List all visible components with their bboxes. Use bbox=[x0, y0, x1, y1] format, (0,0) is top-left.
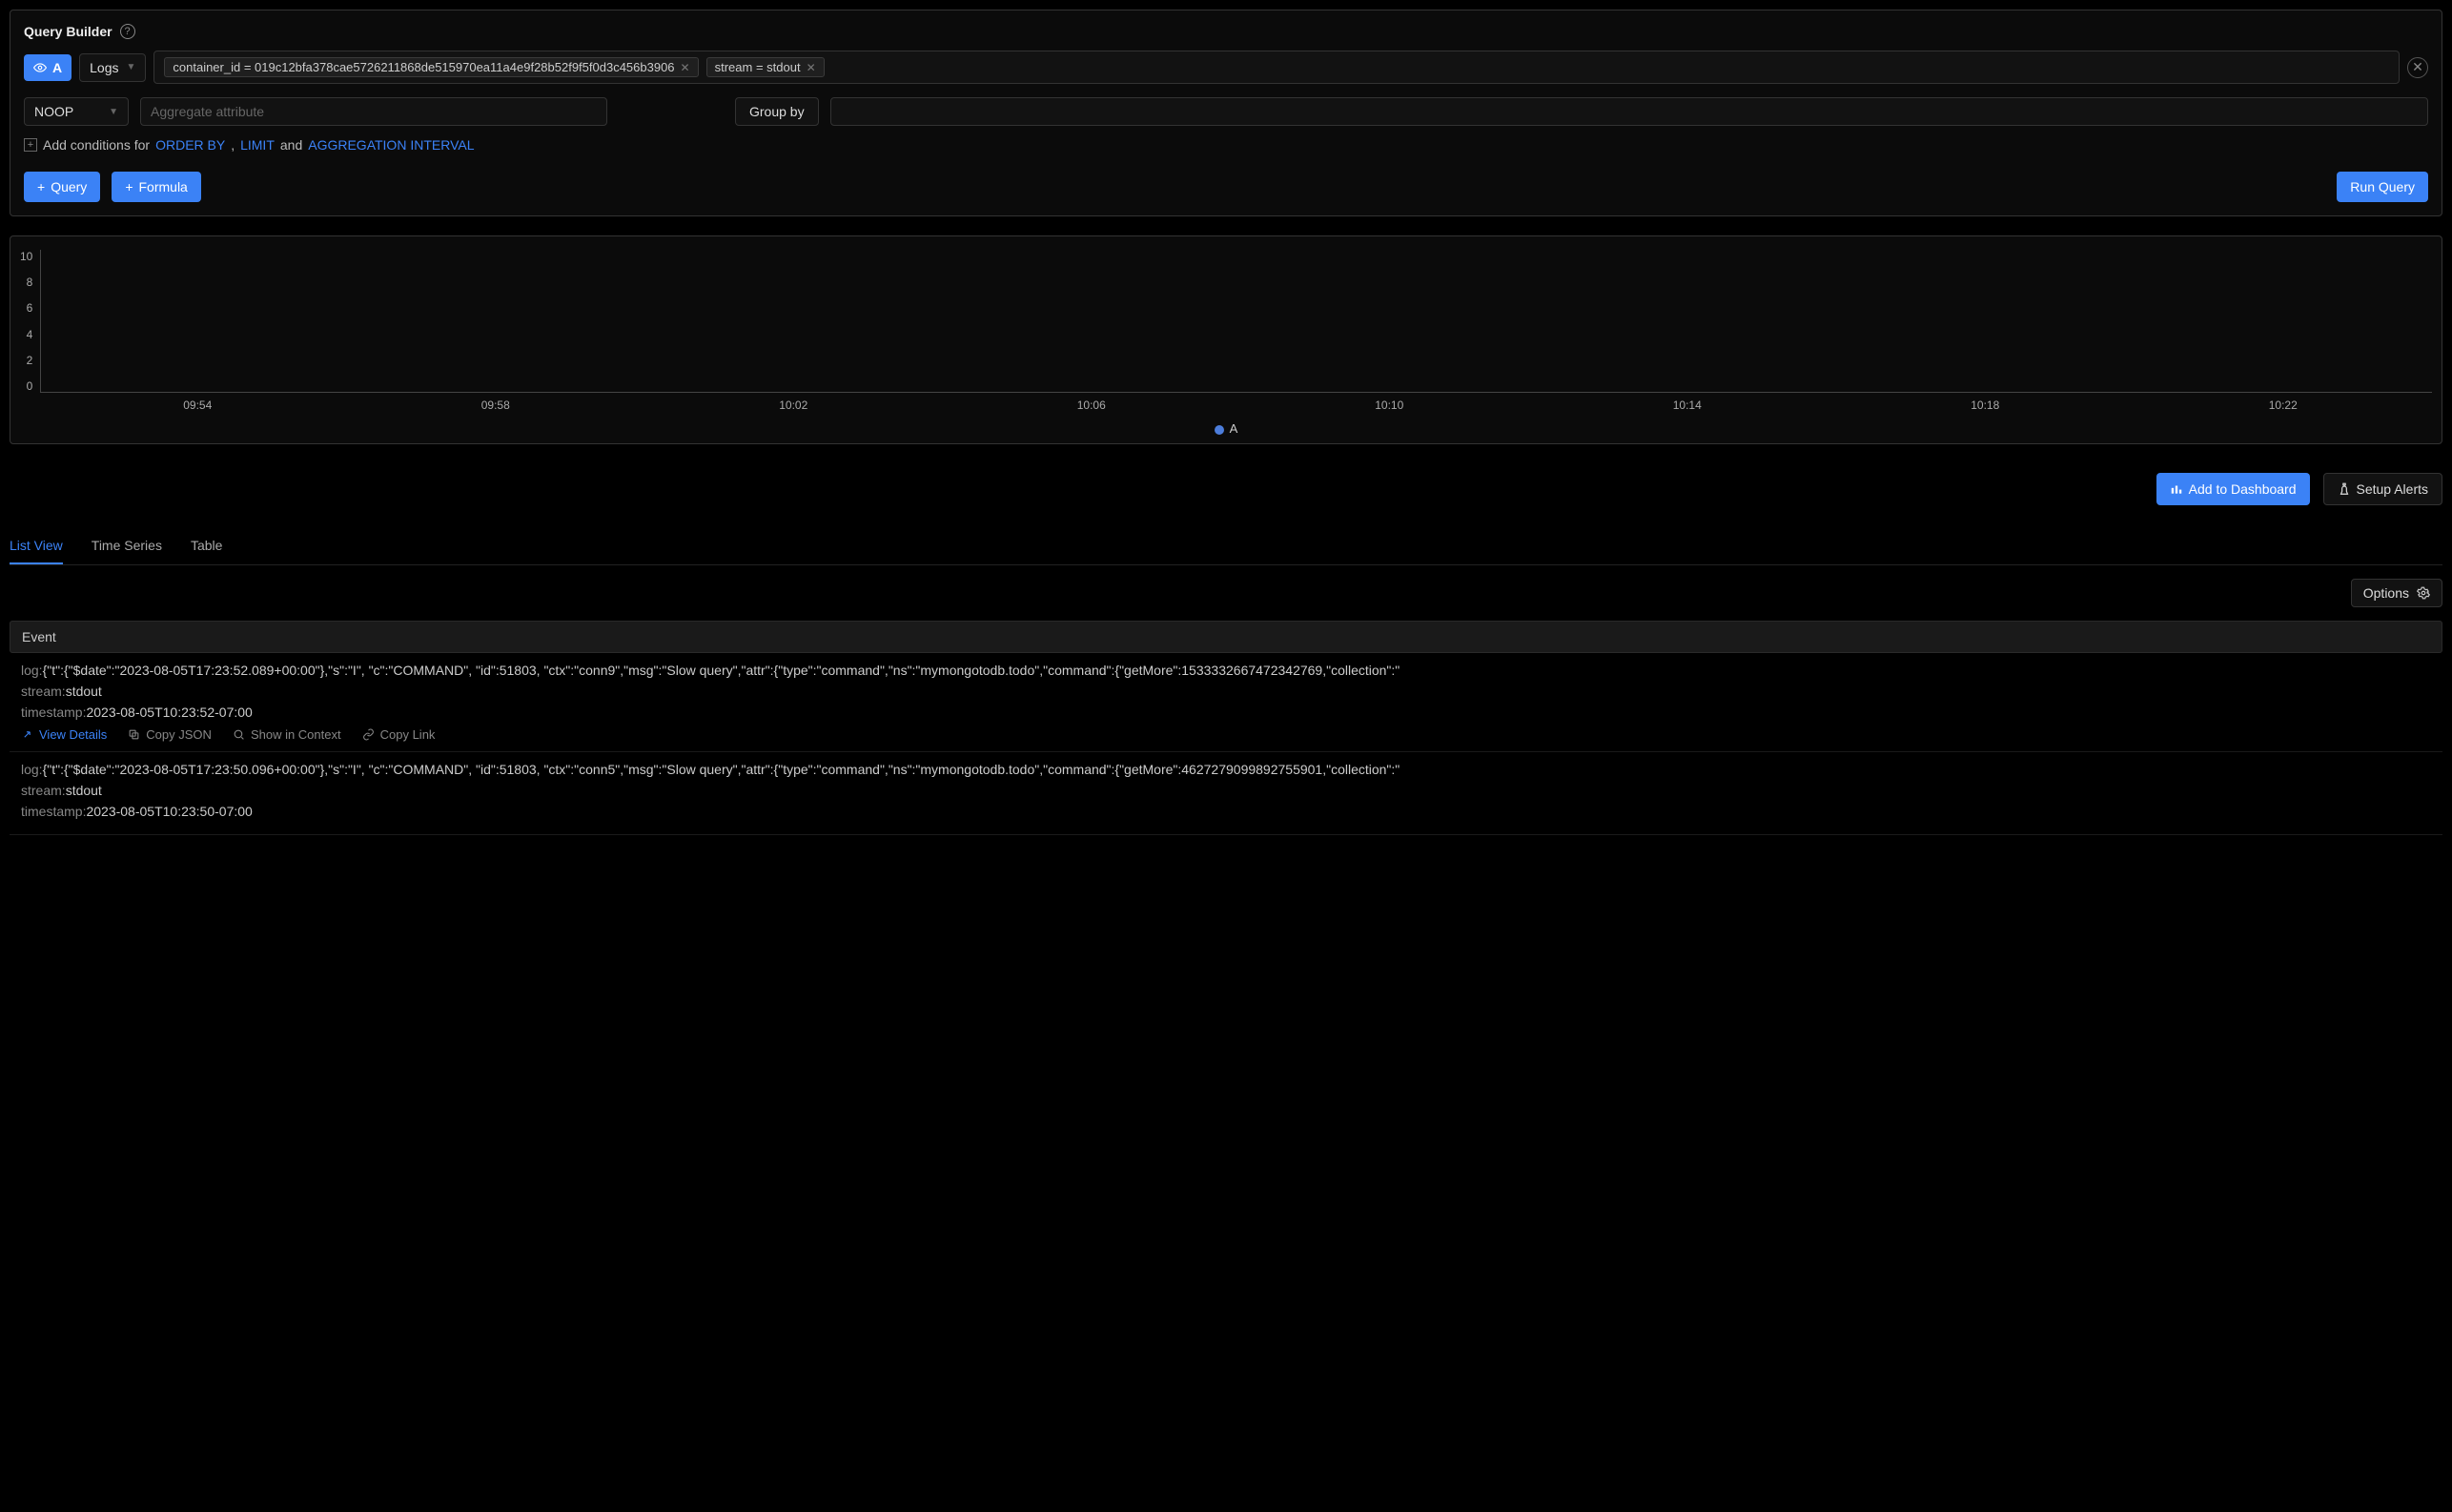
add-conditions-row[interactable]: + Add conditions for ORDER BY, LIMIT and… bbox=[24, 137, 2428, 153]
stream-field-value: stdout bbox=[66, 684, 102, 699]
stream-field-label: stream: bbox=[21, 684, 66, 699]
context-icon bbox=[233, 728, 245, 741]
help-icon[interactable]: ? bbox=[120, 24, 135, 39]
y-axis: 1086420 bbox=[20, 250, 40, 393]
add-query-button[interactable]: + Query bbox=[24, 172, 100, 202]
x-axis: 09:5409:5810:0210:0610:1010:1410:1810:22 bbox=[49, 398, 2432, 412]
result-tabs: List View Time Series Table bbox=[10, 528, 2442, 565]
order-by-link[interactable]: ORDER BY bbox=[155, 137, 225, 153]
chart-icon bbox=[2170, 482, 2183, 496]
filter-tag-text: stream = stdout bbox=[715, 60, 801, 74]
options-button[interactable]: Options bbox=[2351, 579, 2442, 607]
log-field-label: log: bbox=[21, 663, 43, 678]
link-icon bbox=[362, 728, 375, 741]
aggregation-function-select[interactable]: NOOP ▼ bbox=[24, 97, 129, 126]
run-query-button[interactable]: Run Query bbox=[2337, 172, 2428, 202]
add-formula-label: Formula bbox=[139, 179, 188, 194]
tab-list-view[interactable]: List View bbox=[10, 528, 63, 564]
chevron-down-icon: ▼ bbox=[126, 62, 135, 72]
copy-link-button[interactable]: Copy Link bbox=[362, 727, 436, 742]
event-column-header: Event bbox=[10, 621, 2442, 653]
log-field-label: log: bbox=[21, 762, 43, 777]
add-to-dashboard-button[interactable]: Add to Dashboard bbox=[2156, 473, 2310, 505]
chart-plot[interactable] bbox=[40, 250, 2432, 393]
group-by-label: Group by bbox=[735, 97, 819, 126]
conditions-prefix: Add conditions for bbox=[43, 137, 150, 153]
filter-tag[interactable]: stream = stdout ✕ bbox=[706, 57, 825, 77]
clear-query-icon[interactable]: ✕ bbox=[2407, 57, 2428, 78]
gear-icon bbox=[2417, 586, 2430, 600]
chevron-down-icon: ▼ bbox=[109, 107, 118, 117]
query-badge-a[interactable]: A bbox=[24, 54, 72, 81]
chart-legend: A bbox=[20, 421, 2432, 436]
plus-icon: + bbox=[37, 179, 45, 194]
tab-time-series[interactable]: Time Series bbox=[92, 528, 162, 564]
timestamp-field-value: 2023-08-05T10:23:52-07:00 bbox=[86, 705, 252, 720]
setup-alerts-label: Setup Alerts bbox=[2357, 481, 2429, 497]
chart-panel: 1086420 09:5409:5810:0210:0610:1010:1410… bbox=[10, 235, 2442, 444]
plus-icon: + bbox=[24, 138, 37, 152]
query-builder-panel: Query Builder ? A Logs ▼ container_id = … bbox=[10, 10, 2442, 216]
filter-tag[interactable]: container_id = 019c12bfa378cae5726211868… bbox=[164, 57, 698, 77]
stream-field-value: stdout bbox=[66, 783, 102, 798]
remove-tag-icon[interactable]: ✕ bbox=[681, 61, 690, 74]
show-in-context-button[interactable]: Show in Context bbox=[233, 727, 341, 742]
stream-field-label: stream: bbox=[21, 783, 66, 798]
expand-icon bbox=[21, 728, 33, 741]
copy-icon bbox=[128, 728, 140, 741]
legend-dot-icon bbox=[1215, 425, 1224, 435]
log-field-value: {"t":{"$date":"2023-08-05T17:23:50.096+0… bbox=[43, 762, 1400, 777]
log-row[interactable]: log:{"t":{"$date":"2023-08-05T17:23:50.0… bbox=[10, 752, 2442, 835]
view-details-button[interactable]: View Details bbox=[21, 727, 107, 742]
options-label: Options bbox=[2363, 585, 2409, 601]
alert-icon bbox=[2338, 482, 2351, 496]
add-query-label: Query bbox=[51, 179, 87, 194]
query-builder-title: Query Builder bbox=[24, 24, 112, 39]
timestamp-field-value: 2023-08-05T10:23:50-07:00 bbox=[86, 804, 252, 819]
timestamp-field-label: timestamp: bbox=[21, 705, 86, 720]
source-select-value: Logs bbox=[90, 60, 118, 75]
aggregation-function-value: NOOP bbox=[34, 104, 73, 119]
aggregate-attribute-input[interactable]: Aggregate attribute bbox=[140, 97, 607, 126]
filter-tags-input[interactable]: container_id = 019c12bfa378cae5726211868… bbox=[153, 51, 2400, 84]
legend-label: A bbox=[1230, 421, 1238, 436]
add-to-dashboard-label: Add to Dashboard bbox=[2189, 481, 2297, 497]
log-field-value: {"t":{"$date":"2023-08-05T17:23:52.089+0… bbox=[43, 663, 1400, 678]
timestamp-field-label: timestamp: bbox=[21, 804, 86, 819]
aggregation-interval-link[interactable]: AGGREGATION INTERVAL bbox=[308, 137, 474, 153]
plus-icon: + bbox=[125, 179, 133, 194]
query-badge-label: A bbox=[52, 60, 62, 75]
setup-alerts-button[interactable]: Setup Alerts bbox=[2323, 473, 2443, 505]
copy-json-button[interactable]: Copy JSON bbox=[128, 727, 212, 742]
add-formula-button[interactable]: + Formula bbox=[112, 172, 201, 202]
log-row[interactable]: log:{"t":{"$date":"2023-08-05T17:23:52.0… bbox=[10, 653, 2442, 752]
group-by-input[interactable] bbox=[830, 97, 2428, 126]
filter-tag-text: container_id = 019c12bfa378cae5726211868… bbox=[173, 60, 674, 74]
remove-tag-icon[interactable]: ✕ bbox=[807, 61, 816, 74]
source-select[interactable]: Logs ▼ bbox=[79, 53, 146, 82]
eye-icon bbox=[33, 61, 47, 74]
tab-table[interactable]: Table bbox=[191, 528, 222, 564]
limit-link[interactable]: LIMIT bbox=[240, 137, 275, 153]
